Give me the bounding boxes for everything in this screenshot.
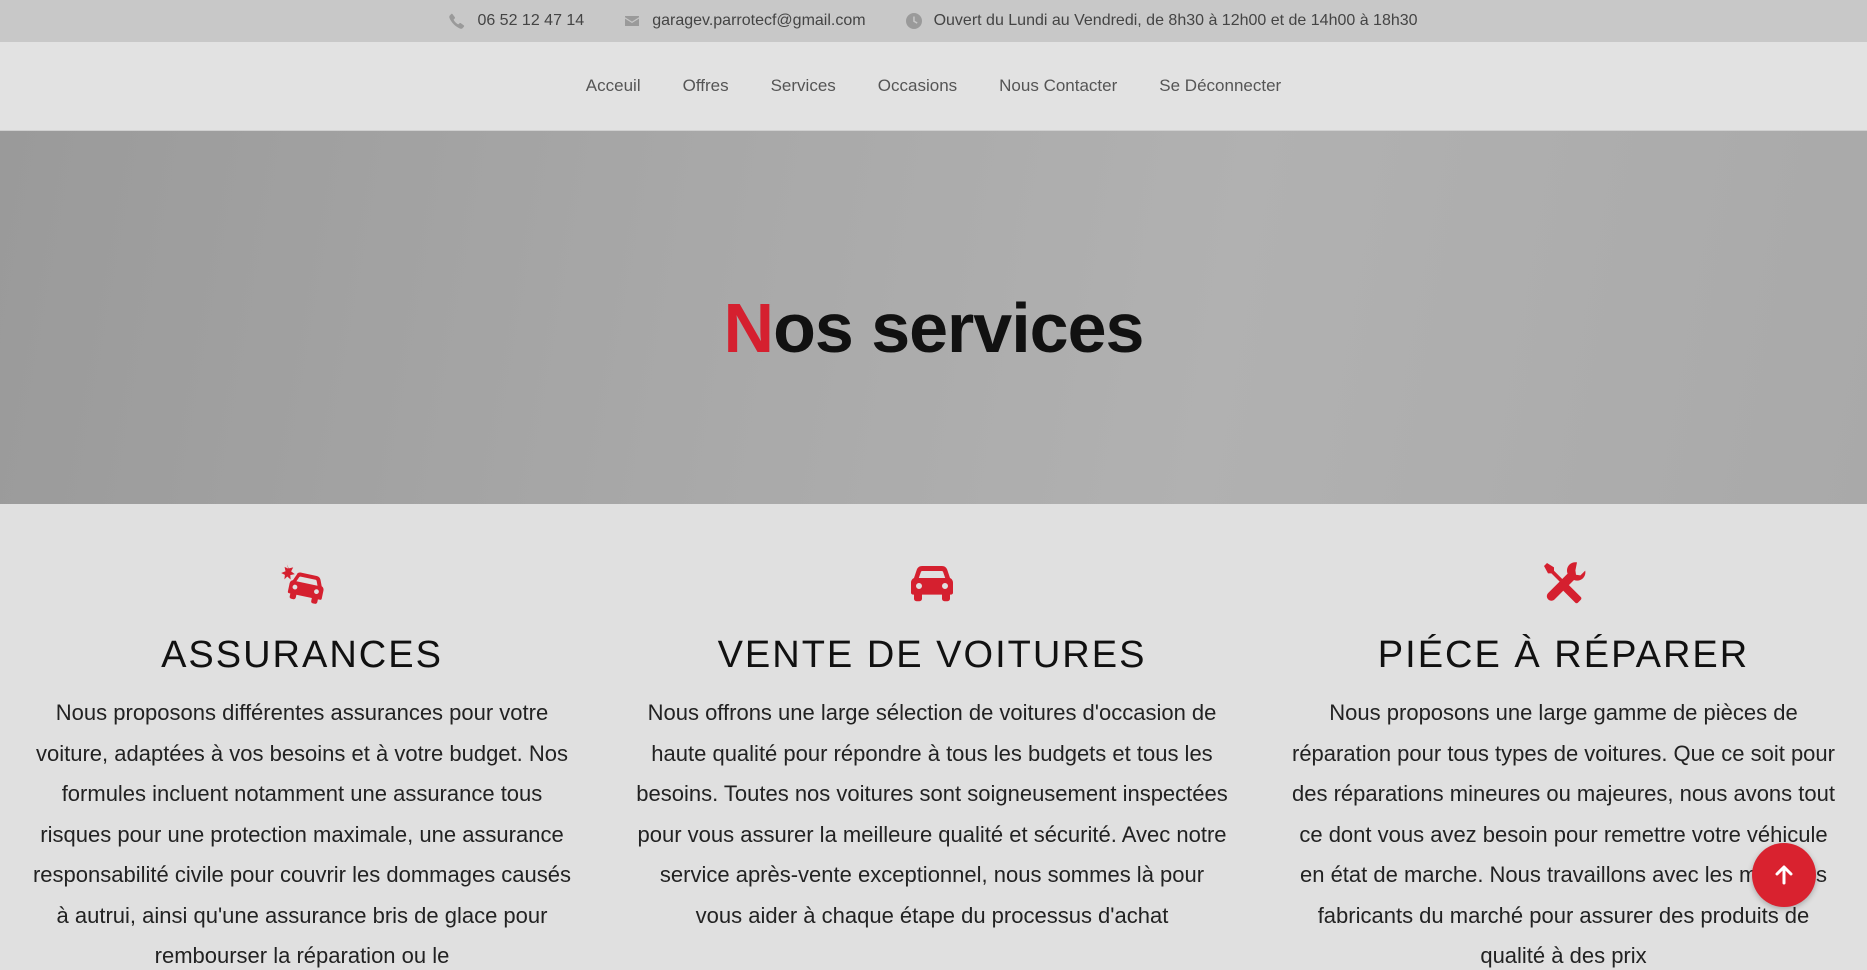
services-section: ASSURANCES Nous proposons différentes as… <box>0 504 1867 970</box>
scroll-to-top-button[interactable] <box>1752 843 1816 907</box>
nav-item-services[interactable]: Services <box>771 76 836 96</box>
nav-item-se-deconnecter[interactable]: Se Déconnecter <box>1159 76 1281 96</box>
service-description: Nous proposons différentes assurances po… <box>32 700 572 968</box>
opening-hours: Ouvert du Lundi au Vendredi, de 8h30 à 1… <box>933 12 1418 29</box>
phone-icon <box>449 13 465 29</box>
service-icon-wrap <box>634 560 1230 606</box>
envelope-icon <box>625 16 640 26</box>
page-title-accent: N <box>723 288 775 367</box>
nav-item-nous-contacter[interactable]: Nous Contacter <box>999 76 1117 96</box>
phone-number: 06 52 12 47 14 <box>477 12 585 29</box>
clock-icon <box>905 13 922 29</box>
email-info: garagev.parrotecf@gmail.com <box>624 12 866 30</box>
hero-banner: Nos services <box>0 131 1867 504</box>
service-description: Nous offrons une large sélection de voit… <box>636 700 1228 928</box>
service-icon-wrap <box>30 560 574 606</box>
phone-info: 06 52 12 47 14 <box>449 12 584 30</box>
page-title-rest: os services <box>773 288 1144 367</box>
service-card-assurances: ASSURANCES Nous proposons différentes as… <box>0 504 604 970</box>
arrow-up-icon <box>1775 865 1793 885</box>
service-description: Nous proposons une large gamme de pièces… <box>1292 700 1835 968</box>
main-nav: Acceuil Offres Services Occasions Nous C… <box>0 42 1867 131</box>
hours-info: Ouvert du Lundi au Vendredi, de 8h30 à 1… <box>905 12 1418 30</box>
service-title: PIÉCE À RÉPARER <box>1377 634 1750 676</box>
nav-item-offres[interactable]: Offres <box>683 76 729 96</box>
page-title: Nos services <box>723 288 1145 368</box>
car-icon <box>911 566 953 602</box>
car-crash-icon <box>281 564 324 604</box>
service-card-vente-voitures: VENTE DE VOITURES Nous offrons une large… <box>604 504 1260 970</box>
email-address: garagev.parrotecf@gmail.com <box>652 12 866 29</box>
top-info-bar: 06 52 12 47 14 garagev.parrotecf@gmail.c… <box>0 0 1867 42</box>
nav-item-acceuil[interactable]: Acceuil <box>586 76 641 96</box>
tools-icon <box>1543 562 1585 604</box>
nav-item-occasions[interactable]: Occasions <box>878 76 957 96</box>
service-title: VENTE DE VOITURES <box>717 634 1147 676</box>
service-icon-wrap <box>1290 560 1837 606</box>
service-title: ASSURANCES <box>161 634 443 676</box>
